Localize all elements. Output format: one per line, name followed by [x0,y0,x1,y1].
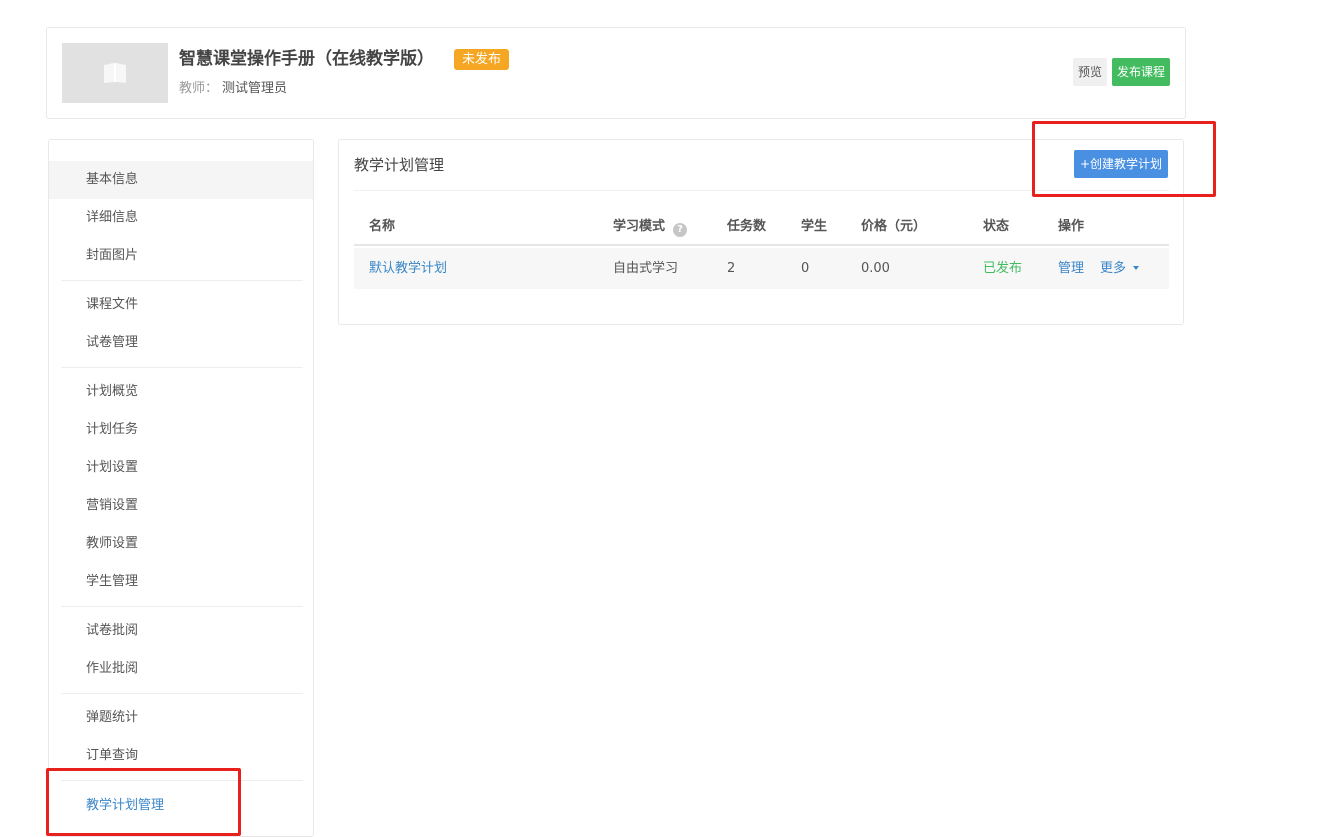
sidebar-item-plan-overview[interactable]: 计划概览 [49,373,313,411]
create-teaching-plan-button[interactable]: +创建教学计划 [1074,150,1168,178]
manage-link[interactable]: 管理 [1058,248,1084,289]
column-header-status: 状态 [983,219,1010,234]
publish-course-button[interactable]: 发布课程 [1112,58,1171,86]
column-header-mode-label: 学习模式 [613,219,666,234]
plan-status: 已发布 [983,261,1023,276]
column-header-name: 名称 [369,219,396,234]
sidebar-item-cover-image[interactable]: 封面图片 [49,237,313,275]
sidebar-item-homework-grading[interactable]: 作业批阅 [49,650,313,688]
caret-down-icon [1133,266,1140,270]
more-dropdown[interactable]: 更多 [1100,248,1140,289]
nav-divider [61,693,303,694]
page-title: 教学计划管理 [354,156,445,174]
sidebar-item-teacher-settings[interactable]: 教师设置 [49,525,313,563]
plan-name-link[interactable]: 默认教学计划 [369,248,447,289]
teacher-name: 测试管理员 [222,81,288,96]
course-cover-image [62,43,168,103]
plan-student-count: 0 [801,261,810,276]
column-header-tasks: 任务数 [727,219,767,234]
teacher-info: 教师： 测试管理员 [179,80,287,98]
sidebar-item-basic-info[interactable]: 基本信息 [49,161,313,199]
sidebar-item-popup-quiz-stats[interactable]: 弹题统计 [49,699,313,737]
teacher-label: 教师： [179,81,219,96]
course-header: 智慧课堂操作手册（在线教学版） 未发布 教师： 测试管理员 预览 发布课程 [46,27,1186,119]
sidebar-item-marketing-settings[interactable]: 营销设置 [49,487,313,525]
sidebar-item-course-files[interactable]: 课程文件 [49,286,313,324]
plan-task-count: 2 [727,261,736,276]
nav-divider [61,367,303,368]
column-header-students: 学生 [801,219,828,234]
status-badge: 未发布 [454,49,510,70]
course-title: 智慧课堂操作手册（在线教学版） [179,49,434,69]
column-header-price: 价格（元） [861,219,927,234]
sidebar-item-student-management[interactable]: 学生管理 [49,563,313,601]
sidebar-item-teaching-plan-management[interactable]: 教学计划管理 [49,787,313,825]
more-label: 更多 [1100,261,1127,276]
nav-divider [61,280,303,281]
preview-button[interactable]: 预览 [1073,58,1108,86]
plan-price: 0.00 [861,261,890,276]
sidebar-item-detail-info[interactable]: 详细信息 [49,199,313,237]
sidebar-item-plan-tasks[interactable]: 计划任务 [49,411,313,449]
teaching-plan-panel: 教学计划管理 +创建教学计划 名称 学习模式? 任务数 学生 价格（元） 状态 … [338,139,1184,325]
nav-divider [61,606,303,607]
sidebar-item-order-query[interactable]: 订单查询 [49,737,313,775]
book-icon [104,63,126,83]
nav-divider [61,780,303,781]
help-icon[interactable]: ? [673,223,688,237]
column-header-actions: 操作 [1058,219,1085,234]
sidebar-item-exam-grading[interactable]: 试卷批阅 [49,612,313,650]
title-divider [354,190,1169,191]
sidebar-nav: 基本信息 详细信息 封面图片 课程文件 试卷管理 计划概览 计划任务 计划设置 … [48,139,314,837]
column-header-mode: 学习模式? [613,210,688,244]
plan-mode: 自由式学习 [613,261,679,276]
sidebar-item-plan-settings[interactable]: 计划设置 [49,449,313,487]
sidebar-item-exam-management[interactable]: 试卷管理 [49,324,313,362]
table-header: 名称 学习模式? 任务数 学生 价格（元） 状态 操作 [354,210,1169,246]
table-row: 默认教学计划 自由式学习 2 0 0.00 已发布 管理 更多 [354,248,1169,289]
